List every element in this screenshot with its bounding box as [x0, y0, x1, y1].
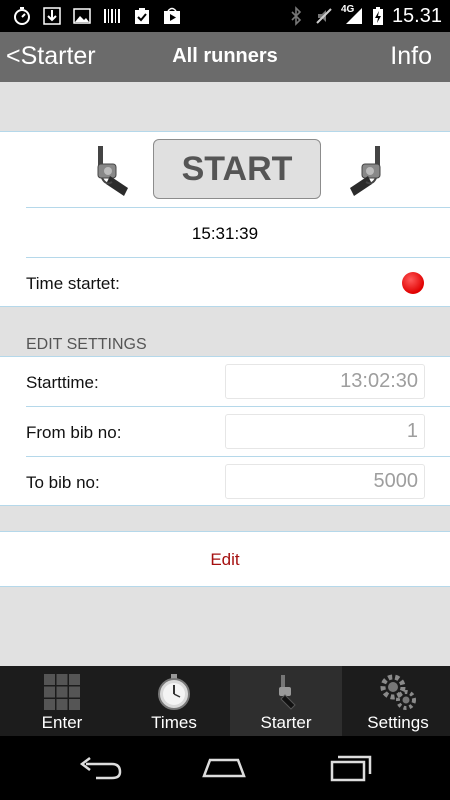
- to-bib-label: To bib no:: [26, 473, 100, 492]
- mute-icon: [316, 8, 332, 24]
- signal-icon: [346, 8, 362, 24]
- system-nav-bar: [0, 736, 450, 800]
- grid-icon: [44, 674, 80, 710]
- time-started-label: Time startet:: [26, 274, 120, 293]
- start-status-indicator: [402, 272, 424, 294]
- stopwatch-icon: [158, 674, 190, 710]
- tab-enter[interactable]: Enter: [6, 666, 118, 736]
- back-icon[interactable]: [76, 754, 124, 782]
- gears-icon: [380, 674, 416, 710]
- play-store-icon: [164, 7, 180, 24]
- info-button[interactable]: Info: [390, 42, 432, 71]
- edit-button[interactable]: Edit: [0, 550, 450, 570]
- from-bib-field[interactable]: 1: [225, 414, 425, 449]
- recent-apps-icon[interactable]: [328, 754, 376, 782]
- starttime-field[interactable]: 13:02:30: [225, 364, 425, 399]
- tab-label: Settings: [367, 713, 429, 732]
- start-panel: START 15:31:39 Time startet:: [0, 131, 450, 307]
- starter-pistol-icon: [97, 146, 128, 196]
- bluetooth-icon: [291, 6, 302, 26]
- tab-label: Starter: [260, 713, 312, 732]
- home-icon[interactable]: [200, 754, 248, 782]
- stopwatch-icon: [14, 7, 30, 25]
- status-time: 15.31: [391, 5, 442, 27]
- from-bib-label: From bib no:: [26, 423, 122, 442]
- status-bar: 4G 15.31: [0, 0, 450, 32]
- to-bib-field[interactable]: 5000: [225, 464, 425, 499]
- back-button[interactable]: <Starter: [6, 42, 96, 71]
- start-button[interactable]: START: [153, 139, 321, 199]
- starter-pistol-icon: [279, 675, 296, 710]
- tab-label: Times: [151, 713, 197, 732]
- tab-label: Enter: [41, 713, 83, 732]
- settings-panel: Starttime: 13:02:30 From bib no: 1 To bi…: [0, 356, 450, 506]
- image-icon: [73, 8, 91, 24]
- edit-panel: Edit: [0, 531, 450, 587]
- clipboard-check-icon: [135, 8, 149, 24]
- barcode-icon: [104, 9, 120, 23]
- section-header-edit-settings: EDIT SETTINGS: [26, 336, 147, 353]
- tab-bar: Enter Times Starter Settings: [0, 666, 450, 736]
- starter-pistol-icon: [350, 146, 381, 196]
- tab-times[interactable]: Times: [118, 666, 230, 736]
- starttime-label: Starttime:: [26, 373, 99, 392]
- download-icon: [43, 7, 61, 25]
- nav-bar: <Starter All runners Info: [0, 32, 450, 82]
- battery-charging-icon: [373, 7, 383, 25]
- tab-starter[interactable]: Starter: [230, 666, 342, 736]
- current-time: 15:31:39: [191, 224, 259, 243]
- tab-settings[interactable]: Settings: [342, 666, 450, 736]
